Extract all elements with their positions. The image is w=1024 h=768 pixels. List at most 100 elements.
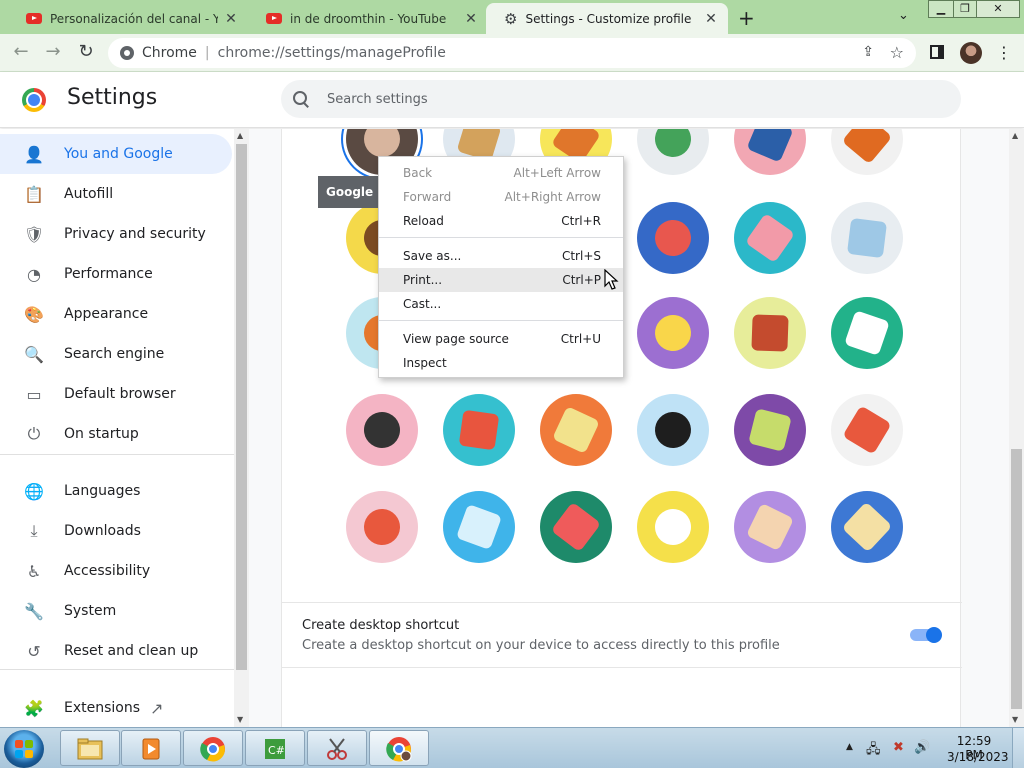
tray-expand-arrow[interactable]: ▲	[846, 742, 853, 752]
context-menu-reload[interactable]: Reload Ctrl+R	[379, 209, 623, 233]
avatar-sunglasses[interactable]	[346, 394, 418, 466]
sidebar-item-label: Autofill	[64, 186, 114, 202]
sidebar-item-privacy-and-security[interactable]: 🛡 Privacy and security	[0, 214, 232, 254]
sidebar-item-autofill[interactable]: 📋 Autofill	[0, 174, 232, 214]
sidebar-item-default-browser[interactable]: ▭ Default browser	[0, 374, 232, 414]
url-text[interactable]: chrome://settings/manageProfile	[218, 45, 446, 61]
avatar-illustration	[363, 508, 401, 546]
scroll-up-arrow[interactable]: ▲	[1012, 131, 1018, 140]
sidebar-scroll-thumb[interactable]	[236, 144, 247, 670]
gauge-icon: ◔	[27, 264, 41, 284]
kebab-menu-icon[interactable]: ⋮	[996, 43, 1012, 62]
sidebar-item-label: Languages	[64, 483, 141, 499]
avatar-football[interactable]	[734, 297, 806, 369]
avatar-origami-elephant[interactable]	[734, 129, 806, 175]
sidebar-item-you-and-google[interactable]: 👤 You and Google	[0, 134, 232, 174]
sidebar-item-downloads[interactable]: ⤓ Downloads	[0, 511, 232, 551]
start-button[interactable]	[4, 730, 44, 768]
avatar-sandwich[interactable]	[831, 491, 903, 563]
menu-item-label: Print...	[403, 273, 443, 287]
sidebar-item-extensions[interactable]: 🧩 Extensions ↗	[0, 688, 232, 727]
browser-toolbar: ← → ↻ Chrome | chrome://settings/manageP…	[0, 34, 1024, 72]
show-desktop-button[interactable]	[1012, 728, 1024, 768]
clock-date[interactable]: 3/18/2023	[947, 750, 1009, 764]
close-icon[interactable]: ✕	[464, 11, 478, 27]
taskbar-snipping-tool[interactable]	[307, 730, 367, 766]
avatar-watermelon[interactable]	[540, 491, 612, 563]
avatar-ice-cream[interactable]	[346, 491, 418, 563]
sidebar-item-appearance[interactable]: 🎨 Appearance	[0, 294, 232, 334]
avatar-ramen[interactable]	[831, 297, 903, 369]
search-settings-field[interactable]: Search settings	[281, 80, 961, 118]
menu-separator	[379, 320, 623, 321]
tab-title: in de droomthin - YouTube	[290, 11, 447, 26]
menu-item-label: Forward	[403, 190, 452, 204]
avatar-origami-rabbit[interactable]	[734, 202, 806, 274]
avatar-origami-unicorn[interactable]	[831, 202, 903, 274]
context-menu-inspect[interactable]: Inspect	[379, 351, 623, 375]
close-window-button[interactable]: ✕	[976, 0, 1020, 18]
sidebar-item-performance[interactable]: ◔ Performance	[0, 254, 232, 294]
context-menu-view-page-source[interactable]: View page source Ctrl+U	[379, 327, 623, 351]
bookmark-star-icon[interactable]: ☆	[890, 43, 904, 62]
share-icon[interactable]: ⇪	[862, 44, 874, 60]
media-player-icon	[142, 738, 160, 760]
volume-icon[interactable]: 🔊	[914, 740, 930, 755]
sidebar-item-on-startup[interactable]: ⏻ On startup	[0, 414, 232, 454]
taskbar-explorer[interactable]	[60, 730, 120, 766]
taskbar-media-player[interactable]	[121, 730, 181, 766]
avatar-origami-butterfly[interactable]	[637, 202, 709, 274]
avatar-avocado[interactable]	[734, 394, 806, 466]
sidebar-item-languages[interactable]: 🌐 Languages	[0, 471, 232, 511]
avatar-cheese[interactable]	[637, 297, 709, 369]
taskbar-chrome-profile[interactable]	[369, 730, 429, 766]
context-menu-print[interactable]: Print... Ctrl+P	[379, 268, 623, 292]
profile-avatar[interactable]	[960, 42, 982, 64]
desktop-shortcut-row[interactable]: Create desktop shortcut Create a desktop…	[282, 602, 962, 668]
sidebar-item-accessibility[interactable]: ♿ Accessibility	[0, 551, 232, 591]
avatar-onigiri[interactable]	[637, 491, 709, 563]
palette-icon: 🎨	[24, 304, 44, 324]
minimize-button[interactable]: ▁	[928, 0, 954, 18]
scroll-down-arrow[interactable]: ▼	[1012, 715, 1018, 724]
tab-youtube-channel[interactable]: Personalización del canal - YouTube ✕	[8, 3, 248, 34]
scroll-up-arrow[interactable]: ▲	[237, 131, 243, 140]
forward-button[interactable]: →	[42, 42, 64, 62]
back-button[interactable]: ←	[10, 42, 32, 62]
close-icon[interactable]: ✕	[704, 11, 718, 27]
taskbar-chrome[interactable]	[183, 730, 243, 766]
side-panel-icon[interactable]	[930, 45, 944, 59]
chrome-icon	[386, 737, 412, 762]
context-menu-forward[interactable]: Forward Alt+Right Arrow	[379, 185, 623, 209]
avatar-sushi[interactable]	[443, 394, 515, 466]
shortcut-toggle[interactable]	[910, 627, 942, 643]
avatar-origami-fox[interactable]	[831, 129, 903, 175]
context-menu-back[interactable]: Back Alt+Left Arrow	[379, 161, 623, 185]
avatar-cappuccino[interactable]	[831, 394, 903, 466]
avatar-vinyl[interactable]	[637, 394, 709, 466]
tab-youtube-droomthin[interactable]: in de droomthin - YouTube ✕	[248, 3, 488, 34]
avatar-ice-water[interactable]	[443, 491, 515, 563]
sidebar-item-search-engine[interactable]: 🔍 Search engine	[0, 334, 232, 374]
avatar-illustration	[647, 404, 699, 456]
sidebar-item-reset-and-clean-up[interactable]: ↺ Reset and clean up	[0, 631, 232, 671]
action-center-icon[interactable]: ✖	[893, 740, 904, 755]
address-bar[interactable]: Chrome | chrome://settings/manageProfile…	[108, 38, 916, 68]
new-tab-button[interactable]: +	[738, 6, 755, 30]
avatar-pizza[interactable]	[734, 491, 806, 563]
network-icon[interactable]: 🖧	[866, 740, 881, 762]
sidebar-item-system[interactable]: 🔧 System	[0, 591, 232, 631]
maximize-button[interactable]: ❐	[953, 0, 977, 18]
page-scroll-thumb[interactable]	[1011, 449, 1022, 709]
avatar-origami-dragon[interactable]	[637, 129, 709, 175]
scroll-down-arrow[interactable]: ▼	[237, 715, 243, 724]
context-menu-cast[interactable]: Cast...	[379, 292, 623, 316]
avatar-illustration	[744, 212, 796, 264]
tab-search-button[interactable]: ⌄	[898, 8, 909, 23]
taskbar-csharp[interactable]: C#	[245, 730, 305, 766]
context-menu-save-as[interactable]: Save as... Ctrl+S	[379, 244, 623, 268]
tab-settings[interactable]: ⚙ Settings - Customize profile ✕	[486, 3, 728, 34]
close-icon[interactable]: ✕	[224, 11, 238, 27]
reload-button[interactable]: ↻	[75, 42, 97, 62]
avatar-tamagotchi[interactable]	[540, 394, 612, 466]
